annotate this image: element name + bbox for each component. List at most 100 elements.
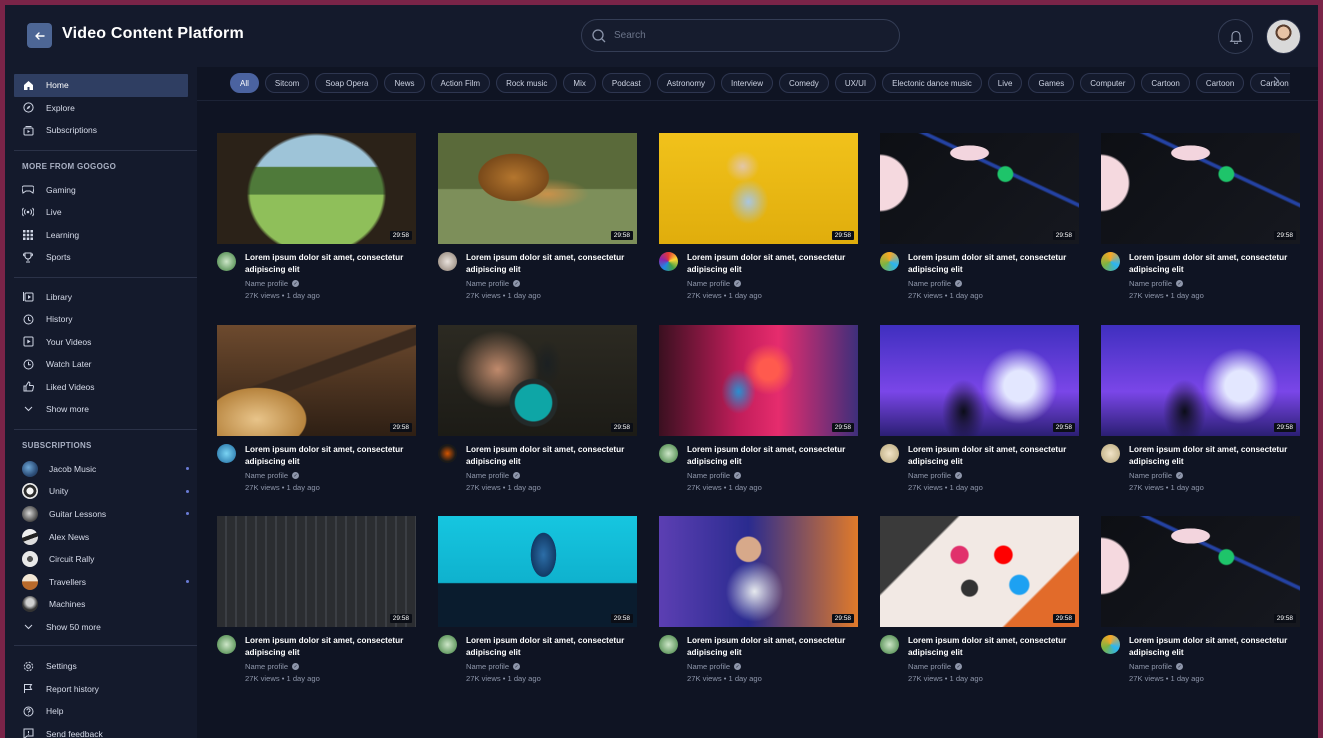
video-card[interactable]: 29:58 Lorem ipsum dolor sit amet, consect… — [880, 133, 1079, 300]
video-thumbnail[interactable]: 29:58 — [880, 133, 1079, 244]
video-card[interactable]: 29:58 Lorem ipsum dolor sit amet, consect… — [1101, 133, 1300, 300]
channel-name[interactable]: Name profile ✓ — [1129, 662, 1184, 671]
sidebar-item-watch-later[interactable]: Watch Later — [5, 353, 197, 376]
category-chip[interactable]: All — [230, 73, 259, 93]
sidebar-item-explore[interactable]: Explore — [5, 97, 197, 120]
video-thumbnail[interactable]: 29:58 — [659, 516, 858, 627]
category-chip[interactable]: Podcast — [601, 73, 651, 93]
back-button[interactable] — [27, 23, 52, 48]
video-card[interactable]: 29:58 Lorem ipsum dolor sit amet, consect… — [217, 325, 416, 492]
video-title[interactable]: Lorem ipsum dolor sit amet, consectetur … — [908, 635, 1078, 659]
channel-avatar[interactable] — [1101, 444, 1120, 463]
search-input[interactable] — [614, 30, 874, 41]
channel-name[interactable]: Name profile ✓ — [908, 662, 963, 671]
search-bar[interactable] — [581, 19, 900, 52]
video-card[interactable]: 29:58 Lorem ipsum dolor sit amet, consect… — [438, 325, 637, 492]
channel-avatar[interactable] — [1101, 635, 1120, 654]
channel-name[interactable]: Name profile ✓ — [908, 279, 963, 288]
channel-name[interactable]: Name profile ✓ — [245, 662, 300, 671]
channel-avatar[interactable] — [880, 635, 899, 654]
video-title[interactable]: Lorem ipsum dolor sit amet, consectetur … — [687, 444, 857, 468]
channel-avatar[interactable] — [880, 252, 899, 271]
category-chip[interactable]: Rock music — [496, 73, 558, 93]
video-title[interactable]: Lorem ipsum dolor sit amet, consectetur … — [466, 252, 636, 276]
sidebar-item-library[interactable]: Library — [5, 286, 197, 309]
sidebar-item-sports[interactable]: Sports — [5, 246, 197, 269]
video-thumbnail[interactable]: 29:58 — [659, 325, 858, 436]
video-thumbnail[interactable]: 29:58 — [217, 516, 416, 627]
channel-avatar[interactable] — [1101, 252, 1120, 271]
category-chip[interactable]: Comedy — [779, 73, 829, 93]
sidebar-item-gaming[interactable]: Gaming — [5, 179, 197, 202]
channel-name[interactable]: Name profile ✓ — [687, 279, 742, 288]
video-title[interactable]: Lorem ipsum dolor sit amet, consectetur … — [1129, 635, 1299, 659]
channel-name[interactable]: Name profile ✓ — [1129, 279, 1184, 288]
video-card[interactable]: 29:58 Lorem ipsum dolor sit amet, consect… — [217, 133, 416, 300]
sidebar-item-settings[interactable]: Settings — [5, 655, 197, 678]
notifications-button[interactable] — [1218, 19, 1253, 54]
video-title[interactable]: Lorem ipsum dolor sit amet, consectetur … — [908, 444, 1078, 468]
video-title[interactable]: Lorem ipsum dolor sit amet, consectetur … — [908, 252, 1078, 276]
category-chip[interactable]: Sitcom — [264, 73, 310, 93]
show-more-subscriptions-button[interactable]: Show 50 more — [5, 616, 197, 639]
sidebar-item-home[interactable]: Home — [14, 74, 188, 97]
sidebar-item-send-feedback[interactable]: Send feedback — [5, 723, 197, 738]
video-card[interactable]: 29:58 Lorem ipsum dolor sit amet, consect… — [438, 516, 637, 683]
video-card[interactable]: 29:58 Lorem ipsum dolor sit amet, consect… — [438, 133, 637, 300]
subscription-item[interactable]: Circuit Rally — [5, 548, 197, 571]
video-card[interactable]: 29:58 Lorem ipsum dolor sit amet, consect… — [1101, 325, 1300, 492]
channel-avatar[interactable] — [438, 444, 457, 463]
category-chip[interactable]: Live — [987, 73, 1023, 93]
video-thumbnail[interactable]: 29:58 — [1101, 325, 1300, 436]
category-chip[interactable]: Games — [1028, 73, 1075, 93]
sidebar-item-liked-videos[interactable]: Liked Videos — [5, 376, 197, 399]
channel-avatar[interactable] — [659, 444, 678, 463]
category-chip[interactable]: Computer — [1080, 73, 1136, 93]
video-card[interactable]: 29:58 Lorem ipsum dolor sit amet, consect… — [880, 516, 1079, 683]
channel-name[interactable]: Name profile ✓ — [466, 662, 521, 671]
video-thumbnail[interactable]: 29:58 — [217, 133, 416, 244]
category-chip[interactable]: News — [384, 73, 425, 93]
video-title[interactable]: Lorem ipsum dolor sit amet, consectetur … — [1129, 252, 1299, 276]
channel-avatar[interactable] — [217, 635, 236, 654]
video-title[interactable]: Lorem ipsum dolor sit amet, consectetur … — [245, 635, 415, 659]
sidebar-item-report-history[interactable]: Report history — [5, 678, 197, 701]
subscription-item[interactable]: Unity — [5, 480, 197, 503]
channel-avatar[interactable] — [880, 444, 899, 463]
video-thumbnail[interactable]: 29:58 — [438, 325, 637, 436]
video-thumbnail[interactable]: 29:58 — [659, 133, 858, 244]
video-thumbnail[interactable]: 29:58 — [880, 325, 1079, 436]
video-title[interactable]: Lorem ipsum dolor sit amet, consectetur … — [1129, 444, 1299, 468]
subscription-item[interactable]: Travellers — [5, 570, 197, 593]
subscription-item[interactable]: Jacob Music — [5, 458, 197, 481]
channel-name[interactable]: Name profile ✓ — [687, 662, 742, 671]
video-thumbnail[interactable]: 29:58 — [438, 516, 637, 627]
channel-avatar[interactable] — [438, 635, 457, 654]
video-card[interactable]: 29:58 Lorem ipsum dolor sit amet, consect… — [659, 325, 858, 492]
video-card[interactable]: 29:58 Lorem ipsum dolor sit amet, consect… — [659, 516, 858, 683]
category-chip[interactable]: Electonic dance music — [882, 73, 982, 93]
sidebar-item-your-videos[interactable]: Your Videos — [5, 331, 197, 354]
category-chip[interactable]: Cartoon — [1195, 73, 1245, 93]
subscription-item[interactable]: Alex News — [5, 525, 197, 548]
channel-avatar[interactable] — [217, 252, 236, 271]
video-title[interactable]: Lorem ipsum dolor sit amet, consectetur … — [687, 635, 857, 659]
video-card[interactable]: 29:58 Lorem ipsum dolor sit amet, consect… — [1101, 516, 1300, 683]
sidebar-item-help[interactable]: Help — [5, 700, 197, 723]
sidebar-item-subscriptions[interactable]: Subscriptions — [5, 119, 197, 142]
sidebar-item-history[interactable]: History — [5, 308, 197, 331]
category-chip[interactable]: Cartoon — [1141, 73, 1190, 93]
channel-name[interactable]: Name profile ✓ — [245, 471, 300, 480]
video-title[interactable]: Lorem ipsum dolor sit amet, consectetur … — [466, 444, 636, 468]
category-chip[interactable]: UX/UI — [834, 73, 877, 93]
video-thumbnail[interactable]: 29:58 — [1101, 516, 1300, 627]
video-thumbnail[interactable]: 29:58 — [1101, 133, 1300, 244]
channel-name[interactable]: Name profile ✓ — [245, 279, 300, 288]
category-chip[interactable]: Action Film — [430, 73, 491, 93]
category-chip[interactable]: Interview — [721, 73, 774, 93]
subscription-item[interactable]: Machines — [5, 593, 197, 616]
show-more-button[interactable]: Show more — [5, 398, 197, 421]
category-chip[interactable]: Cartoon — [1250, 73, 1290, 93]
subscription-item[interactable]: Guitar Lessons — [5, 503, 197, 526]
channel-avatar[interactable] — [659, 252, 678, 271]
